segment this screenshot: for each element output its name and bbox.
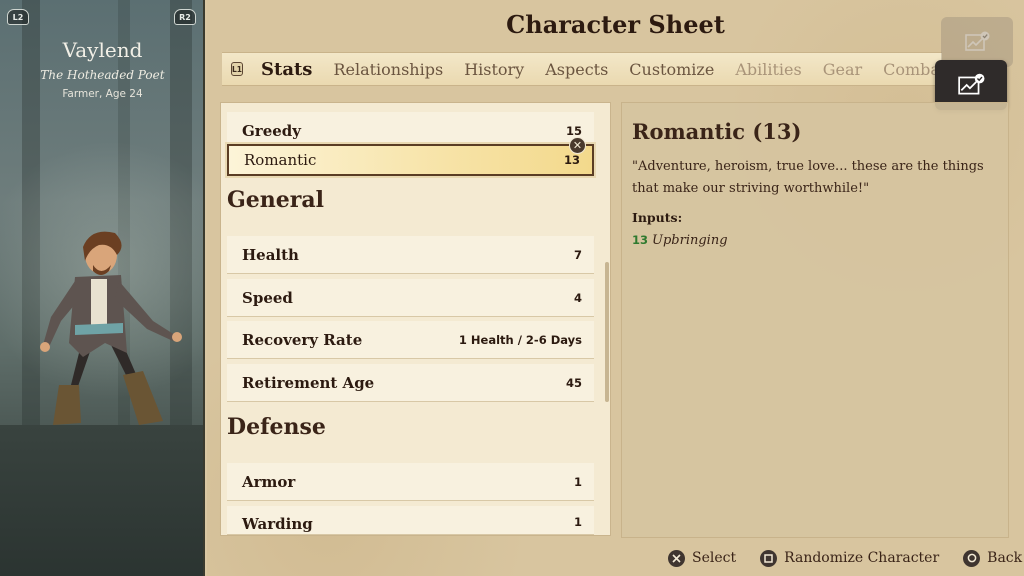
stat-label: Retirement Age [242,373,375,392]
tab-stats[interactable]: Stats [261,59,312,80]
stat-detail-panel: Romantic (13) "Adventure, heroism, true … [621,102,1009,538]
tab-aspects[interactable]: Aspects [545,60,608,79]
square-button-icon [760,549,778,567]
back-prompt[interactable]: Back [963,549,1023,567]
section-heading-defense: Defense [227,414,326,440]
tab-history[interactable]: History [464,60,524,79]
select-label: Select [692,550,737,566]
detail-input-item: 13 Upbringing [632,233,998,248]
list-scrollbar[interactable] [605,262,609,402]
character-name: Vaylend [62,38,143,62]
stat-label: Speed [242,288,293,307]
tab-customize[interactable]: Customize [629,60,714,79]
detail-description: "Adventure, heroism, true love... these … [632,159,984,196]
section-heading-general: General [227,187,324,213]
tab-gear[interactable]: Gear [823,60,862,79]
tab-relationships[interactable]: Relationships [333,60,443,79]
stat-value: 13 [563,153,580,167]
back-label: Back [987,550,1023,566]
cross-button-icon [668,549,685,567]
l2-button[interactable]: L2 [7,9,29,25]
randomize-label: Randomize Character [784,550,940,566]
chart-check-icon [965,31,990,51]
stat-row-health[interactable]: Health 7 [227,236,594,274]
stat-row-armor[interactable]: Armor 1 [227,463,594,501]
stat-label: Armor [242,472,296,491]
stat-row-speed[interactable]: Speed 4 [227,279,594,317]
character-epithet: The Hotheaded Poet [40,68,165,82]
detail-title: Romantic (13) [632,119,802,144]
page-title: Character Sheet [506,10,725,39]
r2-button[interactable]: R2 [174,9,196,25]
stat-value: 7 [573,247,582,262]
stat-row-recovery-rate[interactable]: Recovery Rate 1 Health / 2-6 Days [227,321,594,359]
input-source: Upbringing [652,233,728,248]
l1-button[interactable]: L1 [231,62,243,76]
button-prompts: Select Randomize Character Back [668,548,1022,568]
stat-label: Greedy [242,121,302,140]
stat-value: 45 [565,375,582,390]
stat-value: 4 [573,290,582,305]
chart-check-icon [958,73,985,95]
tab-abilities[interactable]: Abilities [735,60,801,79]
stat-value: 1 [573,474,582,489]
stat-label: Warding [242,515,313,533]
stat-value: 15 [565,123,582,138]
stat-label: Recovery Rate [242,330,363,349]
select-prompt[interactable]: Select [668,549,737,567]
detail-inputs-heading: Inputs: [632,210,683,225]
character-occupation-age: Farmer, Age 24 [62,88,143,100]
randomize-prompt[interactable]: Randomize Character [760,549,940,567]
stat-value: 1 [573,515,582,529]
stat-row-romantic[interactable]: Romantic 13 [227,144,594,176]
ground [0,425,203,576]
stat-value: 1 Health / 2-6 Days [458,332,582,347]
cross-button-icon: ✕ [569,137,586,154]
tab-bar: L1 Stats Relationships History Aspects C… [222,52,942,86]
character-illustration [40,231,182,425]
input-value: 13 [632,233,649,247]
stat-label: Romantic [244,151,317,169]
stat-label: Health [242,245,299,264]
tab-combat[interactable]: Comba [883,60,940,79]
stat-row-retirement-age[interactable]: Retirement Age 45 [227,364,594,402]
stat-row-warding[interactable]: Warding 1 [227,506,594,535]
circle-button-icon [963,549,981,567]
